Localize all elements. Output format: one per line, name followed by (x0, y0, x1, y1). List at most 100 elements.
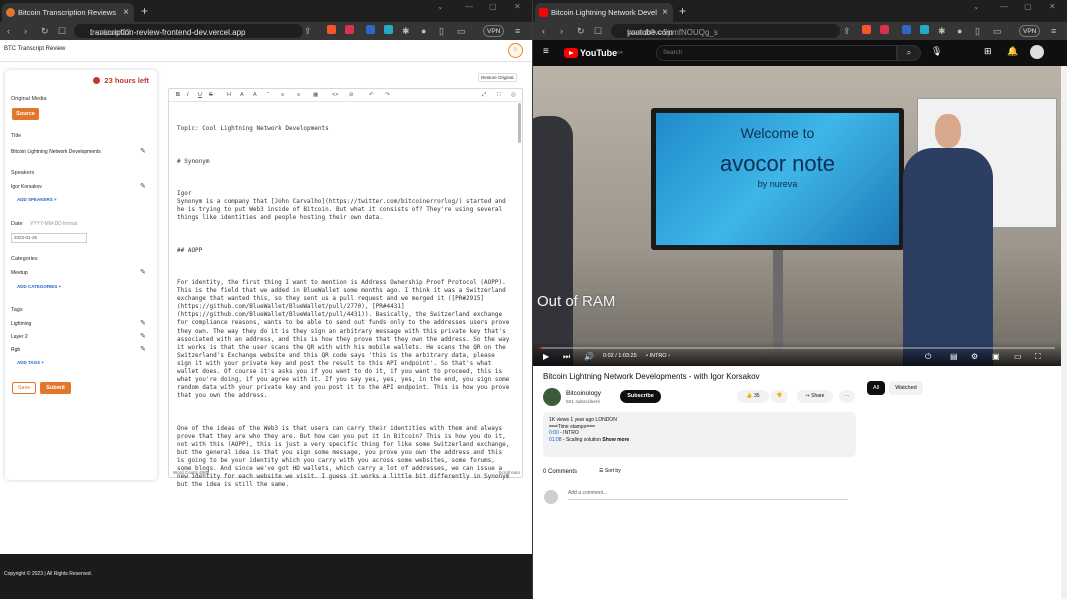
forward-icon[interactable]: › (560, 25, 563, 37)
menu-icon[interactable]: ≡ (1051, 25, 1056, 37)
share-icon[interactable]: ⇪ (843, 25, 851, 37)
theater-mode-icon[interactable]: ▭ (1014, 352, 1022, 361)
italic-button[interactable]: I (187, 92, 189, 98)
source-button[interactable]: Source (12, 108, 39, 120)
subtitles-icon[interactable]: ▤ (950, 352, 958, 361)
wallet-icon[interactable]: ▭ (457, 25, 466, 37)
submit-button[interactable]: Submit (40, 382, 71, 394)
wallet-icon[interactable]: ▭ (993, 25, 1002, 37)
save-button[interactable]: Save (12, 382, 36, 394)
unordered-list-button[interactable]: ≡ (281, 92, 284, 98)
right-url-field[interactable]: youtube.com/watch?v=5pmfNOUQg_s (611, 24, 840, 38)
volume-icon[interactable]: 🔊 (584, 352, 594, 361)
close-tab-icon[interactable]: × (123, 3, 129, 22)
timestamp-link[interactable]: 0:00 (549, 430, 559, 436)
play-icon[interactable]: ▶ (543, 352, 549, 361)
link-button[interactable]: ⊘ (349, 92, 354, 98)
autoplay-toggle-icon[interactable]: ⏻ (925, 352, 931, 362)
edit-tag-icon[interactable]: ✎ (140, 319, 146, 327)
bookmark-icon[interactable]: ☐ (594, 25, 602, 37)
settings-gear-icon[interactable]: ⚙ (971, 352, 978, 361)
underline-button[interactable]: U (198, 92, 202, 98)
minimize-icon[interactable]: — (465, 2, 473, 11)
chip-all[interactable]: All (867, 381, 885, 395)
sidebar-icon[interactable]: ▯ (439, 25, 444, 37)
share-icon[interactable]: ⇪ (304, 25, 312, 37)
preview-icon[interactable]: ◎ (511, 92, 516, 98)
reload-icon[interactable]: ↻ (41, 25, 49, 37)
edit-tag-icon[interactable]: ✎ (140, 345, 146, 353)
add-tags-link[interactable]: ADD TAGS + (17, 360, 44, 365)
redo-button[interactable]: ↷ (385, 92, 390, 98)
quote-button[interactable]: “ (267, 92, 269, 98)
close-tab-icon[interactable]: × (662, 3, 668, 22)
edit-speaker-icon[interactable]: ✎ (140, 182, 146, 190)
extension-arc-icon[interactable] (920, 25, 929, 34)
back-icon[interactable]: ‹ (542, 25, 545, 37)
miniplayer-icon[interactable]: ▣ (992, 352, 1000, 361)
code-button[interactable]: <> (332, 92, 338, 98)
user-avatar[interactable]: ☺ (508, 43, 523, 58)
new-tab-icon[interactable]: + (679, 3, 686, 19)
dislike-button[interactable]: 👎 (771, 390, 788, 403)
date-input[interactable]: 2023-01-26 (11, 233, 87, 243)
left-active-tab[interactable]: Bitcoin Transcription Reviews × (2, 3, 134, 22)
profile-icon[interactable]: ● (421, 25, 426, 37)
notifications-bell-icon[interactable]: 🔔 (1007, 46, 1018, 57)
editor-scrollbar[interactable] (518, 103, 521, 143)
video-description[interactable]: 1K views 1 year ago LONDON ===Time stamp… (543, 412, 856, 457)
menu-icon[interactable]: ≡ (515, 25, 520, 37)
left-url-field[interactable]: transcription-review-frontend-dev.vercel… (74, 24, 303, 38)
restore-original-button[interactable]: Restore Original (478, 73, 517, 82)
timestamp-link[interactable]: 01:08 (549, 437, 562, 443)
video-player[interactable]: Welcome to avocor note by nureva Out of … (533, 66, 1061, 366)
progress-bar[interactable] (539, 347, 1055, 349)
right-active-tab[interactable]: Bitcoin Lightning Network Devel × (535, 3, 673, 22)
youtube-logo[interactable]: YouTubeCA (564, 47, 623, 59)
show-more-link[interactable]: Show more (602, 437, 629, 443)
forward-icon[interactable]: › (24, 25, 27, 37)
ordered-list-button[interactable]: ≡ (297, 92, 300, 98)
add-comment-input[interactable]: Add a comment... (568, 490, 848, 500)
table-button[interactable]: ▦ (313, 92, 318, 98)
share-button[interactable]: ↪ Share (797, 390, 833, 403)
fullscreen-icon[interactable]: ⛶ (497, 92, 501, 99)
extension-s-icon[interactable] (902, 25, 911, 34)
tab-search-icon[interactable]: ⌄ (973, 2, 980, 11)
channel-name[interactable]: Bitcoinology (566, 390, 601, 397)
account-avatar[interactable] (1030, 45, 1044, 59)
next-icon[interactable]: ⏭ (563, 352, 570, 362)
microphone-icon[interactable]: 🎙 (931, 46, 942, 57)
youtube-search-input[interactable]: Search (656, 45, 897, 61)
brave-rewards-icon[interactable] (880, 25, 889, 34)
extension-s-icon[interactable] (366, 25, 375, 34)
sidebar-icon[interactable]: ▯ (975, 25, 980, 37)
like-button[interactable]: 👍 35 (737, 390, 769, 403)
brave-shield-icon[interactable] (862, 25, 871, 34)
more-actions-icon[interactable]: ⋯ (839, 390, 855, 403)
channel-avatar[interactable] (543, 388, 561, 406)
extensions-puzzle-icon[interactable]: ✱ (402, 25, 410, 37)
sort-by-button[interactable]: ☰ Sort by (599, 468, 621, 474)
hamburger-menu-icon[interactable]: ≡ (543, 46, 549, 57)
tab-search-icon[interactable]: ⌄ (437, 2, 444, 11)
extensions-puzzle-icon[interactable]: ✱ (938, 25, 946, 37)
chip-watched[interactable]: Watched (889, 381, 923, 395)
chapter-label[interactable]: • INTRO › (646, 353, 670, 359)
strike-button[interactable]: S (209, 92, 213, 98)
heading-decrease-button[interactable]: A (253, 92, 257, 98)
close-window-icon[interactable]: ✕ (1049, 2, 1056, 11)
brave-rewards-icon[interactable] (345, 25, 354, 34)
transcript-text[interactable]: Topic: Cool Lightning Network Developmen… (177, 109, 511, 514)
maximize-icon[interactable]: ▢ (1024, 2, 1032, 11)
search-icon[interactable]: ⌕ (897, 45, 921, 61)
fullscreen-icon[interactable]: ⛶ (1035, 352, 1041, 362)
heading-button[interactable]: H (227, 92, 231, 98)
add-categories-link[interactable]: ADD CATEGORIES + (17, 284, 61, 289)
vpn-button[interactable]: VPN (1019, 25, 1041, 37)
bold-button[interactable]: B (176, 92, 180, 98)
reload-icon[interactable]: ↻ (577, 25, 585, 37)
bookmark-icon[interactable]: ☐ (58, 25, 66, 37)
undo-button[interactable]: ↶ (369, 92, 374, 98)
heading-increase-button[interactable]: A (240, 92, 244, 98)
